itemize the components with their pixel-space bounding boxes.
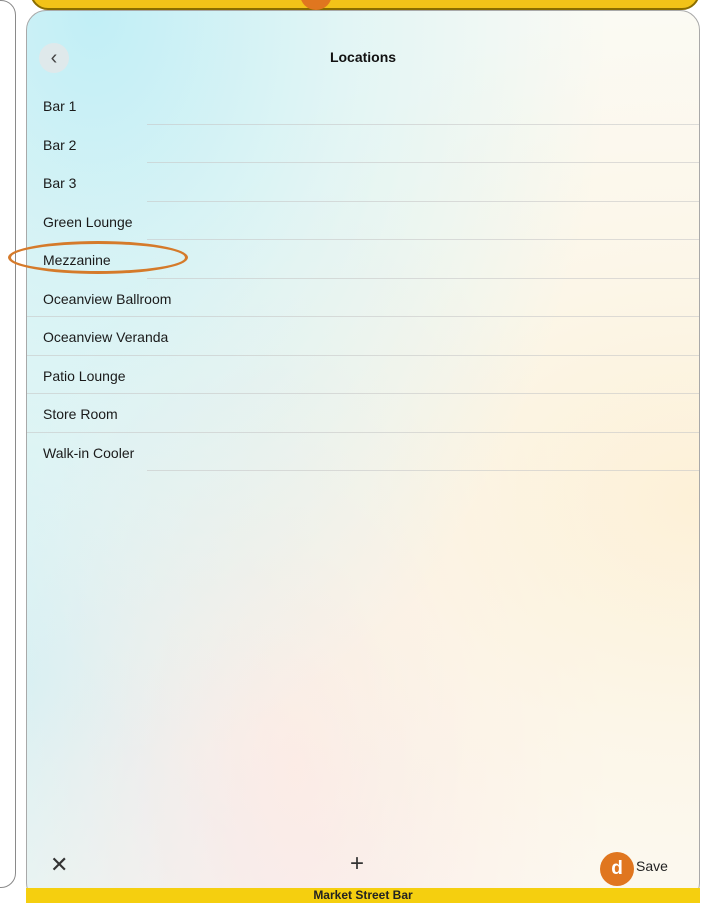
list-item[interactable]: Mezzanine bbox=[27, 240, 699, 279]
location-label: Bar 2 bbox=[43, 136, 77, 153]
close-icon: ✕ bbox=[50, 852, 69, 877]
locations-panel: ‹ Locations Bar 1 Bar 2 Bar 3 Green Lounge M… bbox=[26, 10, 700, 903]
save-button[interactable]: Save bbox=[636, 858, 668, 874]
plus-icon: + bbox=[350, 850, 365, 877]
close-button[interactable]: ✕ bbox=[50, 852, 68, 878]
add-location-button[interactable]: + bbox=[350, 850, 364, 878]
list-item[interactable]: Patio Lounge bbox=[27, 356, 699, 394]
location-label: Oceanview Ballroom bbox=[43, 290, 172, 307]
screen: ‹ Locations Bar 1 Bar 2 Bar 3 Green Lounge M… bbox=[0, 0, 707, 903]
list-item[interactable]: Walk-in Cooler bbox=[27, 433, 699, 471]
location-label: Bar 1 bbox=[43, 98, 77, 114]
list-item[interactable]: Oceanview Veranda bbox=[27, 317, 699, 356]
location-label: Mezzanine bbox=[43, 252, 111, 268]
location-label: Walk-in Cooler bbox=[43, 444, 135, 461]
list-item[interactable]: Store Room bbox=[27, 394, 699, 433]
list-item[interactable]: Green Lounge bbox=[27, 202, 699, 240]
locations-list: Bar 1 Bar 2 Bar 3 Green Lounge Mezzanine Ocea… bbox=[27, 86, 699, 471]
left-panel-edge bbox=[0, 0, 16, 888]
location-label: Bar 3 bbox=[43, 175, 77, 191]
list-item[interactable]: Bar 3 bbox=[27, 163, 699, 202]
venue-name-bar: Market Street Bar bbox=[26, 888, 700, 903]
list-item[interactable]: Bar 1 bbox=[27, 86, 699, 125]
location-label: Patio Lounge bbox=[43, 367, 126, 384]
location-label: Green Lounge bbox=[43, 213, 133, 230]
list-item[interactable]: Oceanview Ballroom bbox=[27, 279, 699, 317]
location-label: Store Room bbox=[43, 406, 118, 422]
page-title: Locations bbox=[329, 49, 397, 65]
location-label: Oceanview Veranda bbox=[43, 329, 169, 345]
top-yellow-strip bbox=[30, 0, 700, 10]
callout-marker-d: d bbox=[600, 852, 634, 886]
list-item[interactable]: Bar 2 bbox=[27, 125, 699, 163]
row-separator bbox=[147, 470, 699, 471]
